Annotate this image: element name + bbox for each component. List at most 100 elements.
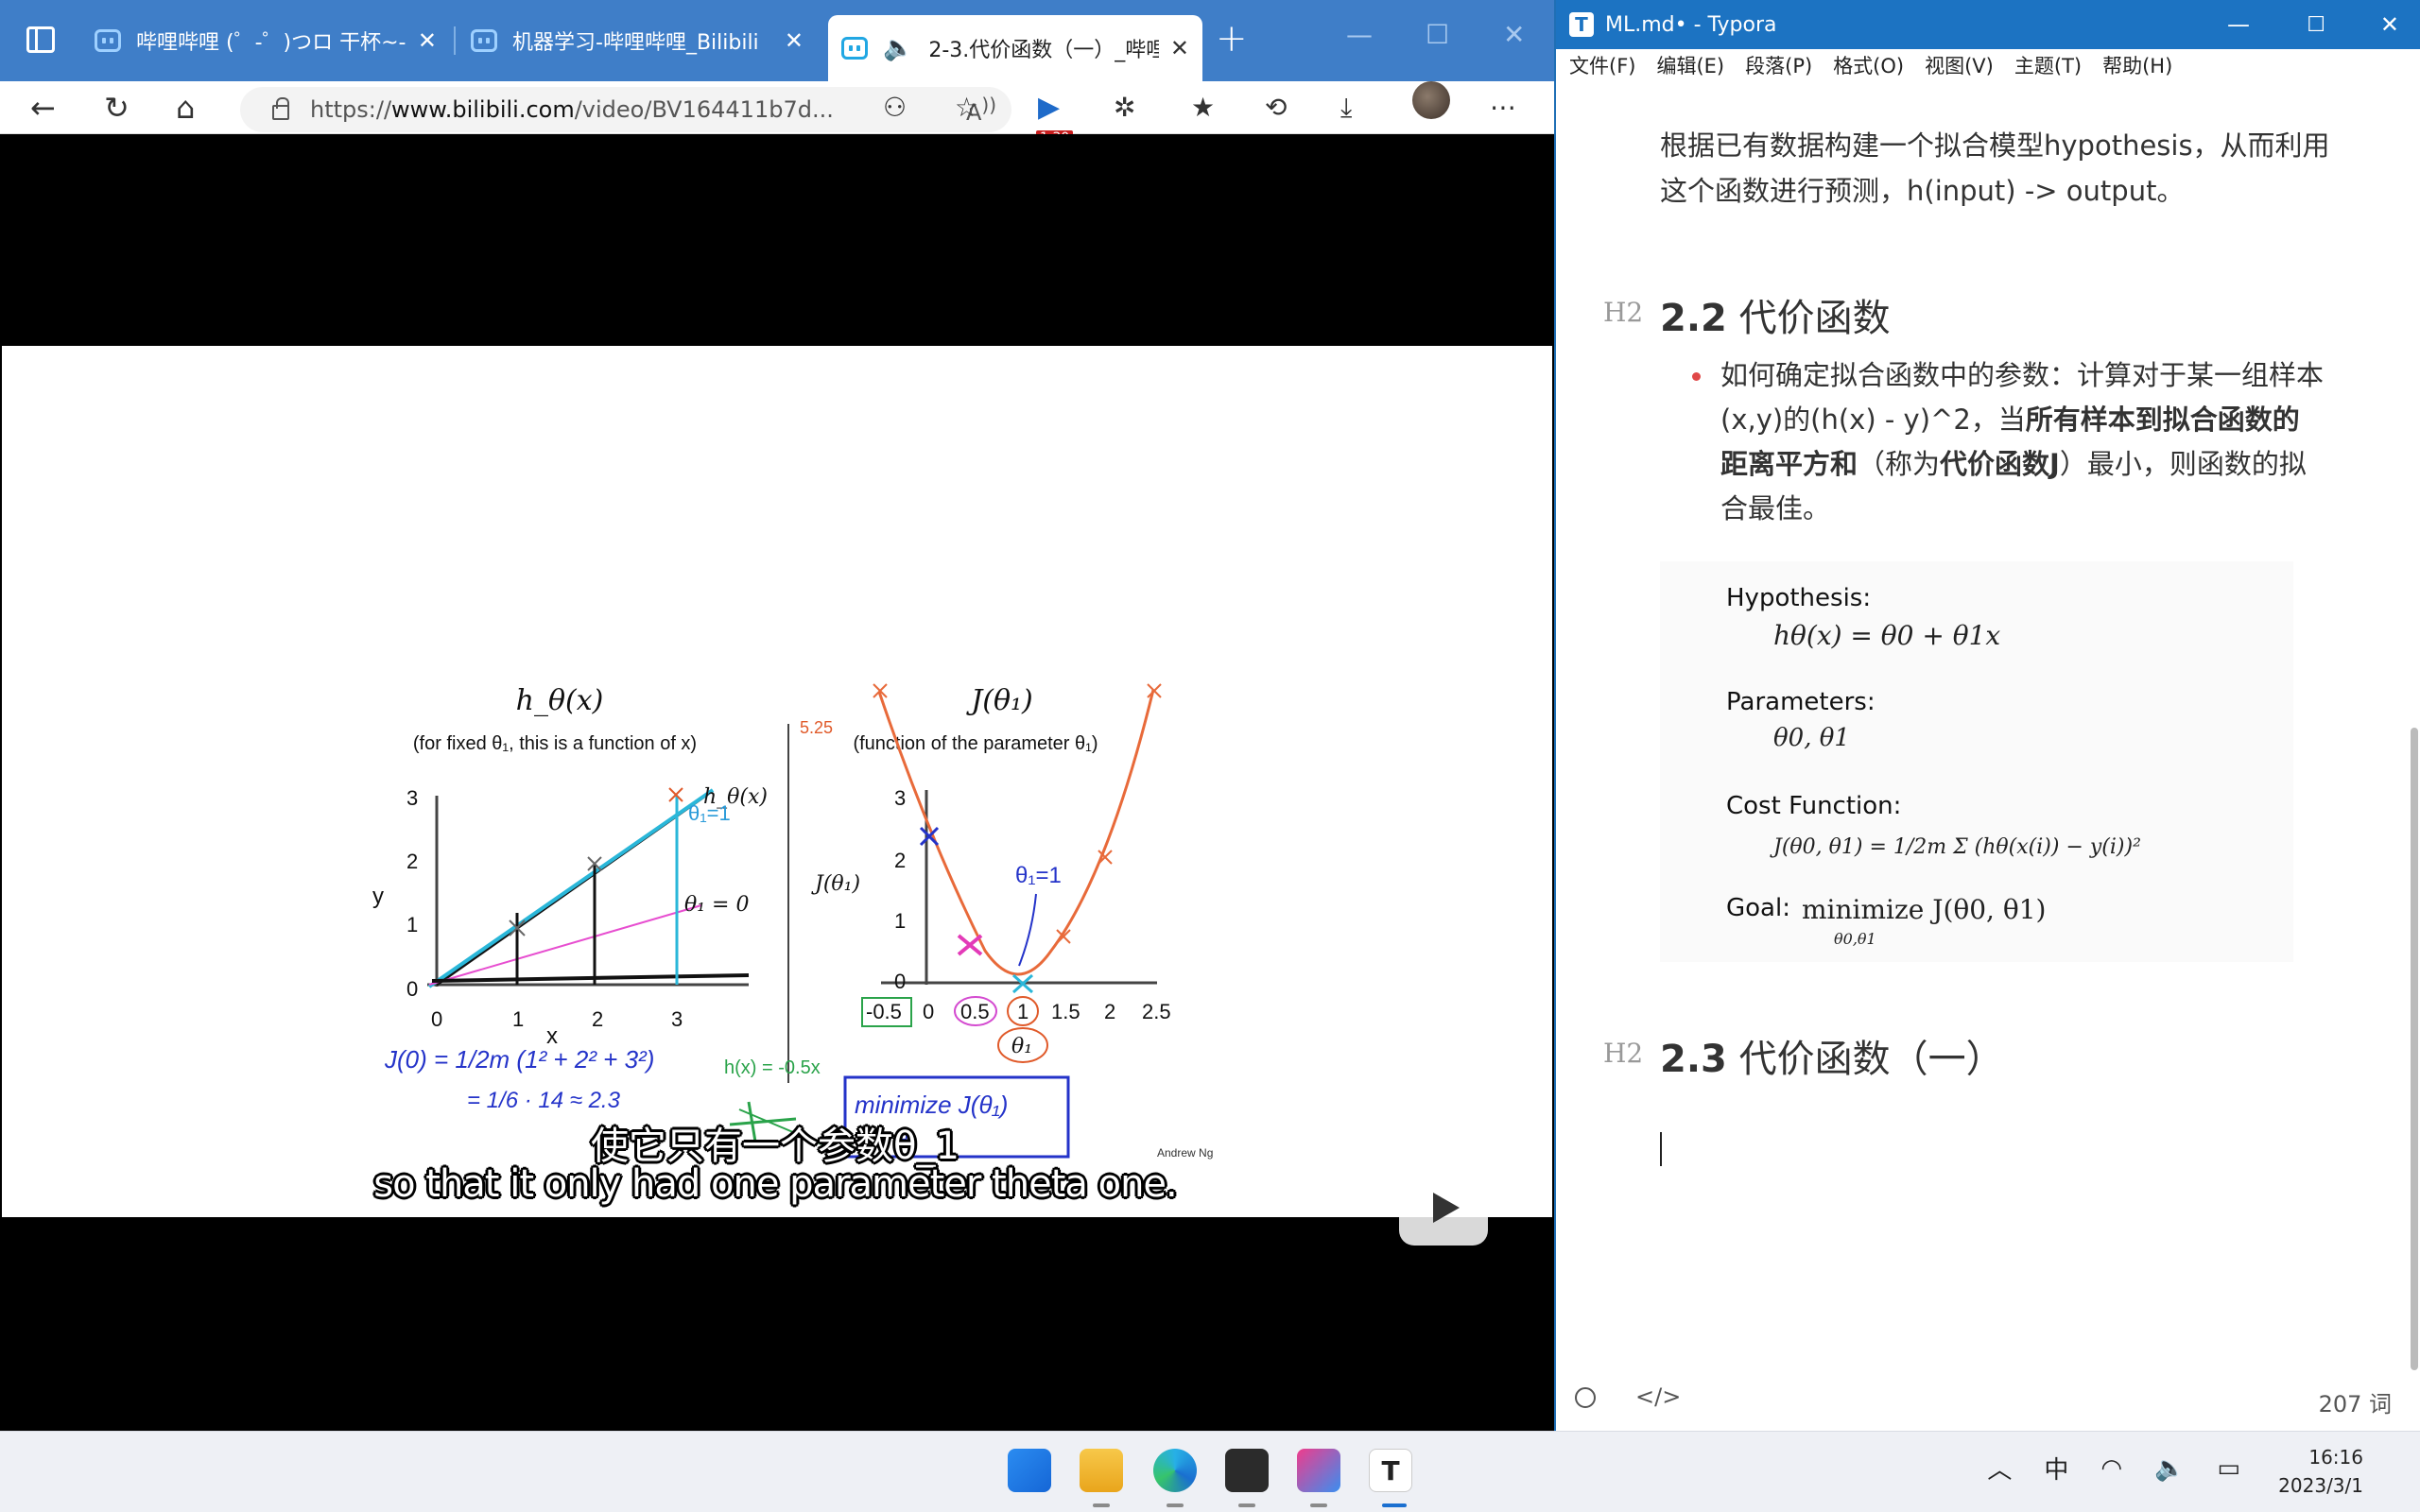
clock-time: 16:16 — [2308, 1446, 2363, 1469]
typora-icon[interactable]: T — [1369, 1449, 1412, 1492]
home-icon[interactable]: ⌂ — [176, 89, 195, 127]
heading-cost-function-one: H2 2.3 代价函数（一） — [1603, 1028, 2004, 1083]
tab-bilibili-home[interactable]: 哔哩哔哩 (゜-゜)つロ 干杯~-bi ✕ — [81, 15, 450, 66]
intellij-icon[interactable] — [1297, 1449, 1340, 1492]
menu-help[interactable]: 帮助(H) — [2102, 51, 2172, 79]
running-indicator — [1093, 1503, 1110, 1507]
y-axis-label: y — [372, 884, 384, 909]
goal-subscript: θ0,θ1 — [1834, 930, 1876, 948]
refresh-icon[interactable]: ↻ — [104, 89, 130, 127]
source-code-icon[interactable]: </> — [1635, 1383, 1681, 1410]
scrollbar[interactable] — [2411, 728, 2418, 1370]
bilibili-icon — [95, 29, 121, 52]
download-icon[interactable]: ⤓ — [1340, 89, 1352, 127]
close-window-icon[interactable]: ✕ — [1503, 19, 1525, 50]
lock-icon[interactable] — [272, 97, 289, 120]
x-tick: 0 — [923, 1000, 934, 1023]
minimize-icon[interactable]: — — [1346, 19, 1373, 50]
play-button[interactable] — [1399, 1170, 1488, 1246]
left-plot-title: h_θ(x) — [516, 684, 604, 717]
history-icon[interactable]: ⟲ — [1265, 89, 1287, 127]
cost-function-label: Cost Function: — [1726, 792, 1902, 820]
extension-add-icon[interactable]: ⚇ — [883, 89, 907, 127]
menu-file[interactable]: 文件(F) — [1569, 51, 1635, 79]
wps-icon[interactable] — [1225, 1449, 1269, 1492]
new-tab-button[interactable]: + — [1216, 17, 1248, 60]
back-arrow-icon[interactable]: ← — [30, 89, 56, 127]
video-player[interactable]: h_θ(x) (for fixed θ₁, this is a function… — [0, 134, 1554, 1431]
right-plot-title: J(θ₁) — [965, 684, 1033, 717]
intro-paragraph: 根据已有数据构建一个拟合模型hypothesis，从而利用这个函数进行预测，h(… — [1660, 129, 2330, 207]
favorites-icon[interactable]: ★ — [1191, 89, 1215, 127]
hypothesis-formula: hθ(x) = θ0 + θ1x — [1773, 620, 2001, 651]
start-icon[interactable] — [1008, 1449, 1051, 1492]
menu-view[interactable]: 视图(V) — [1925, 51, 1994, 79]
tab-actions-icon[interactable] — [26, 26, 55, 53]
hand-five-note: 5.25 — [800, 718, 833, 737]
y-tick: 3 — [894, 786, 906, 810]
h2-marker: H2 — [1603, 297, 1644, 328]
favorite-add-icon[interactable]: ☆ — [955, 89, 978, 127]
menu-paragraph[interactable]: 段落(P) — [1745, 51, 1812, 79]
wifi-icon[interactable]: ◠ — [2100, 1454, 2122, 1483]
close-icon[interactable]: ✕ — [418, 27, 437, 54]
system-tray: ︿ 中 ◠ 🔈 ▭ — [1987, 1451, 2240, 1486]
ime-indicator[interactable]: 中 — [2044, 1451, 2068, 1486]
close-window-icon[interactable]: ✕ — [2380, 11, 2399, 38]
tab-machine-learning[interactable]: 机器学习-哔哩哔哩_Bilibili ✕ — [458, 15, 817, 66]
formula-image[interactable]: Hypothesis: hθ(x) = θ0 + θ1x Parameters:… — [1660, 561, 2293, 962]
clock-date: 2023/3/1 — [2278, 1474, 2363, 1497]
edge-icon[interactable] — [1153, 1449, 1197, 1492]
battery-icon[interactable]: ▭ — [2217, 1454, 2240, 1483]
url-path: /video/BV164411b7d... — [574, 96, 834, 123]
file-explorer-icon[interactable] — [1080, 1449, 1123, 1492]
speaker-icon[interactable]: 🔈 — [883, 34, 913, 62]
right-plot-subtitle: (function of the parameter θ₁) — [853, 733, 1098, 754]
typora-status-bar: </> 207 词 — [1556, 1378, 2420, 1425]
avatar[interactable] — [1412, 81, 1450, 119]
maximize-icon[interactable]: ☐ — [2307, 13, 2325, 37]
x-tick: 1 — [1017, 1000, 1028, 1023]
tab-title: 机器学习-哔哩哔哩_Bilibili — [512, 31, 759, 55]
menu-theme[interactable]: 主题(T) — [2014, 51, 2082, 79]
typora-editor[interactable]: 根据已有数据构建一个拟合模型hypothesis，从而利用这个函数进行预测，h(… — [1556, 81, 2407, 1366]
close-icon[interactable]: ✕ — [785, 27, 804, 54]
slide-graphics: h_θ(x) (for fixed θ₁, this is a function… — [372, 683, 1213, 1160]
volume-icon[interactable]: 🔈 — [2154, 1454, 2185, 1483]
window-title: ML.md• - Typora — [1605, 12, 1777, 37]
chevron-up-icon[interactable]: ︿ — [1987, 1451, 2012, 1486]
cost-function-formula: J(θ0, θ1) = 1/2m Σ (hθ(x(i)) − y(i))² — [1773, 835, 2141, 859]
menu-edit[interactable]: 编辑(E) — [1656, 51, 1724, 79]
hand-theta-note-2: θ₁=1 — [1015, 863, 1062, 888]
heading-number: 2.3 — [1660, 1038, 1727, 1081]
heading-cost-function: H2 2.2 代价函数 — [1603, 287, 1891, 342]
lecture-slide: h_θ(x) (for fixed θ₁, this is a function… — [2, 346, 1552, 1217]
bullet-bold-2: 代价函数J — [1940, 448, 2060, 480]
maximize-icon[interactable]: ☐ — [1426, 19, 1449, 50]
x-tick: 1 — [512, 1007, 524, 1031]
bilibili-icon — [471, 29, 497, 52]
theta-axis-label: θ₁ — [1011, 1035, 1032, 1058]
tab-cost-function-video[interactable]: 🔈 2-3.代价函数（一）_哔哩 ✕ — [828, 15, 1202, 81]
x-tick: 0.5 — [960, 1000, 990, 1023]
running-indicator — [1310, 1503, 1327, 1507]
more-menu-icon[interactable]: ⋯ — [1490, 89, 1516, 127]
video-extension-icon[interactable]: ▶ — [1038, 89, 1060, 127]
extensions-icon[interactable]: ✲ — [1114, 89, 1135, 127]
outline-toggle-icon[interactable] — [1575, 1387, 1596, 1408]
word-count[interactable]: 207 词 — [2319, 1385, 2392, 1418]
close-icon[interactable]: ✕ — [1170, 35, 1189, 61]
heading-text: 代价函数（一） — [1738, 1038, 2004, 1081]
menu-format[interactable]: 格式(O) — [1833, 51, 1904, 79]
minimize-icon[interactable]: — — [2227, 11, 2250, 38]
hand-j-value: = 1/6 · 14 ≈ 2.3 — [467, 1088, 621, 1113]
y-tick: 1 — [406, 913, 418, 936]
url-prefix: https:// — [310, 96, 392, 123]
clock[interactable]: 16:16 2023/3/1 — [2278, 1443, 2363, 1500]
running-indicator — [1167, 1503, 1184, 1507]
x-tick: 2 — [592, 1007, 603, 1031]
tab-title: 2-3.代价函数（一）_哔哩 — [928, 39, 1159, 62]
browser-toolbar: ← ↻ ⌂ https://www.bilibili.com/video/BV1… — [0, 81, 1554, 146]
parameters-formula: θ0, θ1 — [1773, 724, 1850, 752]
hand-theta-note: θ₁=1 — [688, 801, 731, 825]
